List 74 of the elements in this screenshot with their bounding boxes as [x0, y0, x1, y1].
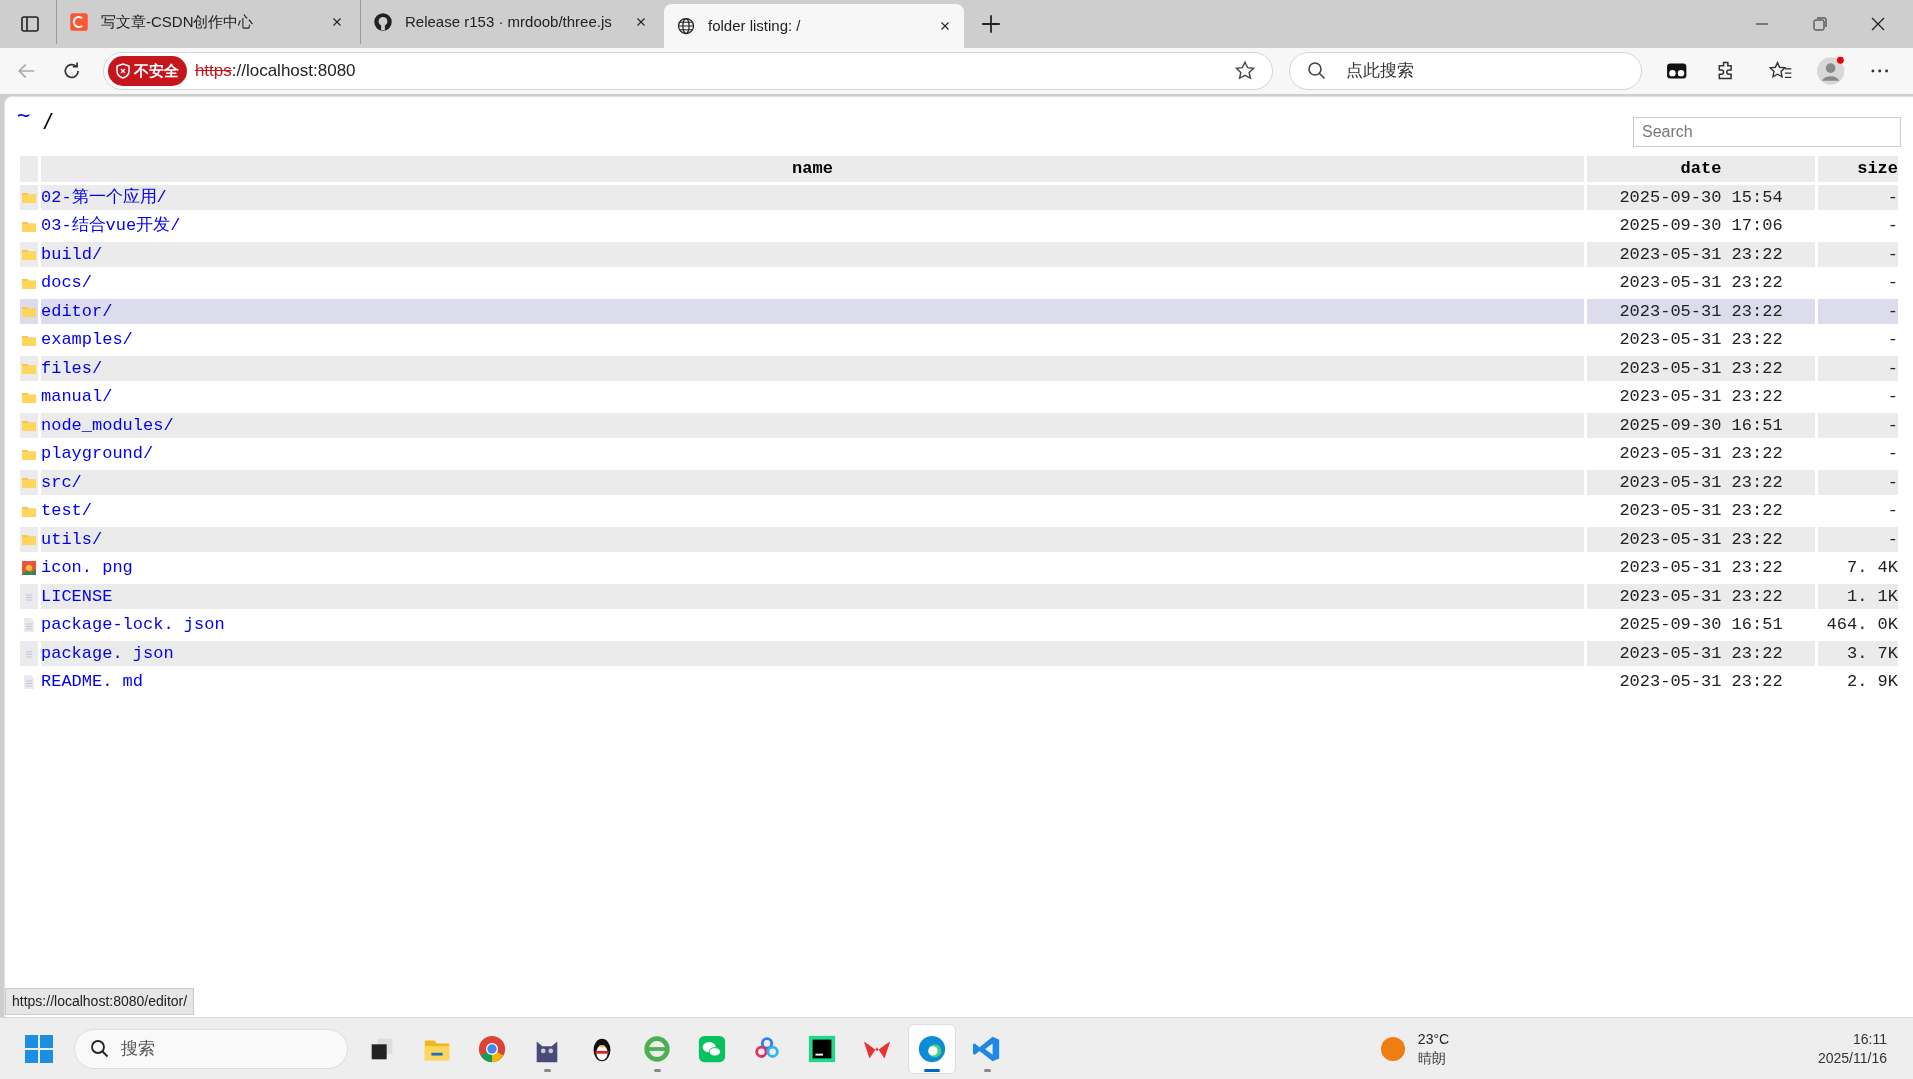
search-icon	[1307, 61, 1328, 81]
browser-tab[interactable]: Release r153 · mrdoob/three.js	[360, 0, 660, 44]
date-cell: 2025-09-30 15:54	[1587, 184, 1815, 210]
running-indicator	[983, 1068, 991, 1072]
path-text: /	[42, 107, 55, 134]
profile-icon[interactable]	[1816, 56, 1846, 86]
file-link[interactable]: build/	[41, 241, 1584, 267]
temperature-text: 23°C	[1417, 1029, 1450, 1049]
address-bar[interactable]: 不安全 https://localhost:8080	[102, 52, 1274, 90]
date-cell: 2023-05-31 23:22	[1587, 298, 1815, 324]
running-indicator	[543, 1068, 551, 1072]
file-link[interactable]: files/	[41, 355, 1584, 381]
size-cell: -	[1818, 526, 1898, 552]
date-cell: 2023-05-31 23:22	[1587, 469, 1815, 495]
size-cell: 3. 7K	[1818, 640, 1898, 666]
size-cell: -	[1818, 184, 1898, 210]
search-field[interactable]: 点此搜索	[1289, 52, 1642, 90]
start-icon[interactable]	[24, 1033, 54, 1064]
home-link[interactable]: ~	[17, 105, 31, 135]
document-icon	[21, 616, 37, 633]
favorite-star-icon[interactable]	[1234, 60, 1257, 82]
date-cell: 2025-09-30 16:51	[1587, 412, 1815, 438]
document-icon	[21, 673, 37, 690]
date-cell: 2023-05-31 23:22	[1587, 640, 1815, 666]
file-link[interactable]: node_modules/	[41, 412, 1584, 438]
chat-bubbles-icon	[697, 1033, 727, 1064]
size-cell: -	[1818, 241, 1898, 267]
date-cell: 2023-05-31 23:22	[1587, 355, 1815, 381]
image-file-icon	[21, 559, 37, 576]
size-cell: -	[1818, 355, 1898, 381]
taskbar-search-field[interactable]: 搜索	[74, 1028, 348, 1069]
sidebar-icon[interactable]	[20, 14, 40, 34]
document-icon	[21, 588, 37, 605]
column-header[interactable]: size	[1818, 156, 1898, 182]
weather-text: 晴朗	[1417, 1048, 1447, 1068]
clock-date: 2025/11/16	[1817, 1048, 1887, 1068]
not-secure-badge[interactable]: 不安全	[107, 56, 187, 86]
pycharm-icon	[807, 1033, 837, 1064]
date-cell: 2023-05-31 23:22	[1587, 241, 1815, 267]
browser-tab[interactable]: 写文章-CSDN创作中心	[56, 0, 356, 44]
chrome-icon	[477, 1033, 507, 1064]
size-cell: 1. 1K	[1818, 583, 1898, 609]
file-link[interactable]: editor/	[41, 298, 1584, 324]
running-indicator	[653, 1068, 661, 1072]
split-screen-icon[interactable]	[1665, 60, 1688, 82]
sun-icon	[1379, 1035, 1406, 1062]
csdn-logo-icon	[69, 12, 89, 32]
size-cell: -	[1818, 469, 1898, 495]
column-header[interactable]: date	[1587, 156, 1815, 182]
file-link[interactable]: src/	[41, 469, 1584, 495]
document-icon	[21, 645, 37, 662]
search-input[interactable]: Search	[1633, 117, 1901, 147]
file-link[interactable]: LICENSE	[41, 583, 1584, 609]
column-header[interactable]: name	[41, 156, 1584, 182]
globe-icon	[676, 16, 696, 36]
url-text: https://localhost:8080	[194, 60, 356, 83]
date-cell: 2023-05-31 23:22	[1587, 526, 1815, 552]
running-indicator	[924, 1068, 940, 1072]
status-link-tooltip: https://localhost:8080/editor/	[5, 988, 195, 1015]
shield-icon	[115, 63, 130, 79]
size-cell: -	[1818, 412, 1898, 438]
restore-icon[interactable]	[1812, 16, 1828, 32]
date-cell: 2023-05-31 23:22	[1587, 583, 1815, 609]
browser-tab[interactable]: folder listing: /	[664, 4, 964, 48]
search-icon	[90, 1038, 110, 1059]
size-cell: -	[1818, 298, 1898, 324]
clock-time: 16:11	[1853, 1029, 1887, 1049]
edge-icon	[917, 1033, 947, 1064]
file-link[interactable]: 02-第一个应用/	[41, 184, 1584, 210]
file-link[interactable]: package. json	[41, 640, 1584, 666]
close-icon[interactable]	[1870, 16, 1886, 32]
browser-e-icon	[642, 1033, 672, 1064]
file-link[interactable]: utils/	[41, 526, 1584, 552]
new-tab-icon[interactable]	[980, 13, 1002, 35]
